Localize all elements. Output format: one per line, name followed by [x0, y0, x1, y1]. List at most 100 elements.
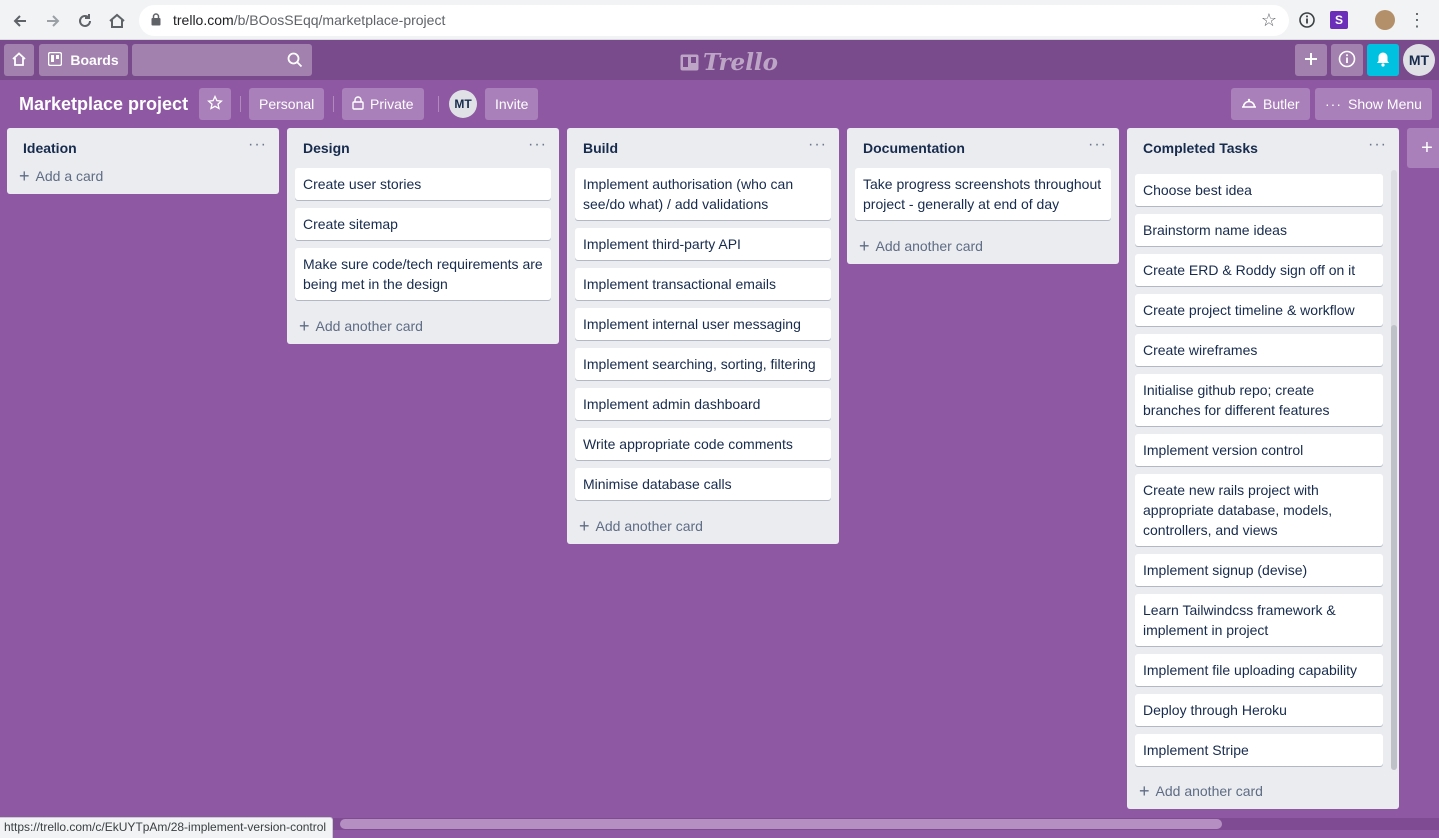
card[interactable]: Create sitemap — [295, 208, 551, 240]
browser-menu-icon[interactable]: ⋮ — [1407, 10, 1427, 30]
more-icon[interactable]: ··· — [808, 136, 827, 154]
card[interactable]: Learn Tailwindcss framework & implement … — [1135, 594, 1383, 646]
show-menu-button[interactable]: ··· Show Menu — [1315, 88, 1432, 120]
more-icon[interactable]: ··· — [1368, 136, 1387, 154]
add-card-button[interactable]: + Add another card — [847, 228, 1119, 264]
card[interactable]: Write appropriate code comments — [575, 428, 831, 460]
card[interactable]: Implement internal user messaging — [575, 308, 831, 340]
card[interactable]: Deploy through Heroku — [1135, 694, 1383, 726]
list-documentation: Documentation ··· Take progress screensh… — [847, 128, 1119, 264]
forward-icon[interactable] — [42, 10, 64, 32]
status-url: https://trello.com/c/EkUYTpAm/28-impleme… — [0, 817, 334, 838]
card[interactable]: Create user stories — [295, 168, 551, 200]
card[interactable]: Implement searching, sorting, filtering — [575, 348, 831, 380]
visibility-button[interactable]: Private — [342, 88, 424, 120]
list-scrollbar[interactable] — [1391, 170, 1397, 770]
list-title[interactable]: Design — [303, 140, 350, 156]
card[interactable]: Choose best idea — [1135, 174, 1383, 206]
add-card-button[interactable]: + Add another card — [567, 508, 839, 544]
profile-avatar[interactable] — [1375, 10, 1395, 30]
list-completed-tasks: Completed Tasks ··· Choose best idea Bra… — [1127, 128, 1399, 809]
board-icon — [48, 51, 63, 69]
add-card-button[interactable]: + Add another card — [1127, 773, 1263, 809]
list-header: Completed Tasks ··· — [1127, 128, 1399, 168]
extension-s-icon[interactable]: S — [1330, 11, 1348, 29]
butler-button[interactable]: Butler — [1231, 88, 1310, 120]
add-card-label: Add a card — [35, 168, 104, 184]
board-title[interactable]: Marketplace project — [19, 94, 188, 115]
card[interactable]: Brainstorm name ideas — [1135, 214, 1383, 246]
show-menu-label: Show Menu — [1348, 96, 1422, 112]
board-scrollbar-thumb[interactable] — [340, 819, 1222, 829]
list-build: Build ··· Implement authorisation (who c… — [567, 128, 839, 544]
card[interactable]: Implement third-party API — [575, 228, 831, 260]
list-title[interactable]: Build — [583, 140, 618, 156]
add-card-label: Add another card — [1155, 783, 1263, 799]
home-button[interactable] — [4, 44, 34, 76]
boards-label: Boards — [70, 52, 119, 68]
info-icon[interactable] — [1297, 10, 1317, 30]
card[interactable]: Implement admin dashboard — [575, 388, 831, 420]
team-label: Personal — [259, 96, 315, 112]
address-bar[interactable]: trello.com/b/BOosSEqq/marketplace-projec… — [139, 5, 1289, 36]
info-button[interactable] — [1331, 44, 1363, 76]
card[interactable]: Create wireframes — [1135, 334, 1383, 366]
notifications-button[interactable] — [1367, 44, 1399, 76]
plus-icon: + — [19, 165, 30, 186]
card-container: Implement authorisation (who can see/do … — [567, 168, 839, 500]
member-avatar[interactable]: MT — [449, 90, 477, 118]
plus-icon: + — [1421, 136, 1433, 159]
card[interactable]: Implement signup (devise) — [1135, 554, 1383, 586]
reload-icon[interactable] — [74, 10, 96, 32]
trello-logo-icon — [680, 54, 699, 71]
star-icon — [207, 94, 223, 114]
visibility-label: Private — [370, 96, 414, 112]
list-title[interactable]: Documentation — [863, 140, 965, 156]
list-ideation: Ideation ··· + Add a card — [7, 128, 279, 194]
add-card-label: Add another card — [595, 518, 703, 534]
card[interactable]: Implement file uploading capability — [1135, 654, 1383, 686]
boards-button[interactable]: Boards — [39, 44, 128, 76]
home-icon[interactable] — [106, 10, 128, 32]
card[interactable]: Minimise database calls — [575, 468, 831, 500]
more-icon[interactable]: ··· — [248, 136, 267, 154]
plus-icon: + — [299, 315, 310, 336]
more-icon[interactable]: ··· — [528, 136, 547, 154]
add-list-button[interactable]: + — [1407, 128, 1439, 168]
card[interactable]: Create new rails project with appropriat… — [1135, 474, 1383, 546]
team-button[interactable]: Personal — [249, 88, 325, 120]
create-button[interactable] — [1295, 44, 1327, 76]
invite-button[interactable]: Invite — [485, 88, 539, 120]
app-header: Boards Trello MT — [0, 40, 1439, 80]
card[interactable]: Create ERD & Roddy sign off on it — [1135, 254, 1383, 286]
card[interactable]: Initialise github repo; create branches … — [1135, 374, 1383, 426]
butler-label: Butler — [1263, 96, 1300, 112]
more-icon[interactable]: ··· — [1088, 136, 1107, 154]
plus-icon: + — [579, 515, 590, 536]
list-title[interactable]: Ideation — [23, 140, 77, 156]
more-icon: ··· — [1325, 96, 1342, 112]
card[interactable]: Implement authorisation (who can see/do … — [575, 168, 831, 220]
card[interactable]: Create project timeline & workflow — [1135, 294, 1383, 326]
lock-icon — [352, 95, 364, 113]
card[interactable]: Make sure code/tech requirements are bei… — [295, 248, 551, 300]
card[interactable]: Take progress screenshots throughout pro… — [855, 168, 1111, 220]
add-card-button[interactable]: + Add a card — [7, 158, 279, 194]
search-input[interactable] — [132, 44, 312, 76]
board-header: Marketplace project Personal Private MT … — [0, 80, 1439, 128]
trello-logo[interactable]: Trello — [680, 49, 778, 76]
list-header: Design ··· — [287, 128, 559, 168]
add-card-label: Add another card — [315, 318, 423, 334]
list-scrollbar-thumb[interactable] — [1391, 325, 1397, 770]
star-board-button[interactable] — [199, 88, 231, 120]
card[interactable]: Implement transactional emails — [575, 268, 831, 300]
star-icon[interactable]: ☆ — [1261, 10, 1277, 31]
card[interactable]: Implement Stripe — [1135, 734, 1383, 766]
list-header: Documentation ··· — [847, 128, 1119, 168]
add-card-button[interactable]: + Add another card — [287, 308, 559, 344]
back-icon[interactable] — [9, 10, 31, 32]
user-avatar[interactable]: MT — [1403, 44, 1435, 76]
card[interactable]: Implement version control — [1135, 434, 1383, 466]
list-title[interactable]: Completed Tasks — [1143, 140, 1258, 156]
divider — [240, 96, 241, 112]
